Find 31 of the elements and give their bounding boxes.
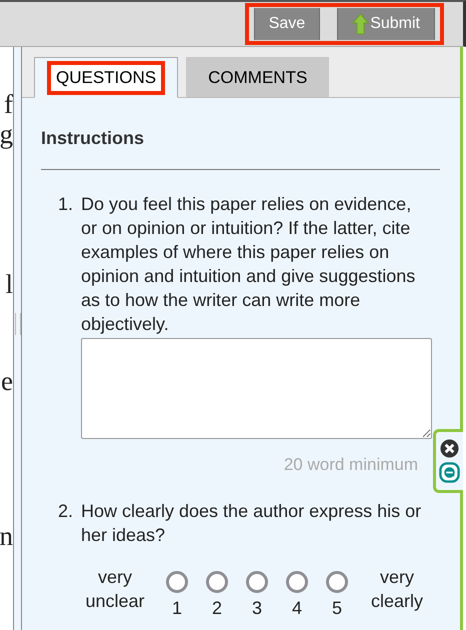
question-text: Do you feel this paper relies on evidence, or on opinion or intuition? If the latter, cite examples of where this paper relies on opinion and intuition and give suggestions as to how the writer can write more objectively.	[81, 194, 416, 334]
radio-button[interactable]	[326, 571, 348, 593]
option-number: 3	[252, 597, 262, 620]
section-heading: Instructions	[41, 128, 440, 170]
answer-box[interactable]	[81, 338, 432, 439]
radio-button[interactable]	[286, 571, 308, 593]
scale-high-label: very clearly	[370, 566, 424, 613]
tab[interactable]: QUESTIONS	[34, 57, 178, 98]
radio-button[interactable]	[246, 571, 268, 593]
option-number: 5	[332, 597, 342, 620]
question-text: How clearly does the author express his or her ideas?	[81, 501, 422, 545]
word-minimum-hint: 20 word minimum	[282, 454, 418, 476]
question-number: 1.	[56, 193, 73, 216]
up-arrow-icon	[352, 13, 370, 35]
option-number: 4	[292, 597, 302, 620]
option-number: 1	[172, 597, 182, 620]
close-icon[interactable]	[440, 439, 459, 458]
document-text: l	[5, 269, 13, 299]
save-button[interactable]: Save	[254, 8, 320, 40]
splitter-handle[interactable]	[14, 312, 20, 334]
document-text: g	[0, 119, 13, 149]
tab[interactable]: COMMENTS	[186, 57, 330, 98]
option-number: 2	[212, 597, 222, 620]
radio-button[interactable]	[166, 571, 188, 593]
radio-button[interactable]	[206, 571, 228, 593]
document-text: f	[4, 89, 13, 119]
document-text: n	[0, 521, 13, 551]
submit-button[interactable]: Submit	[337, 8, 435, 40]
scale-low-label: very unclear	[84, 566, 146, 613]
document-text: e	[1, 366, 13, 396]
question-number: 2.	[56, 500, 73, 523]
